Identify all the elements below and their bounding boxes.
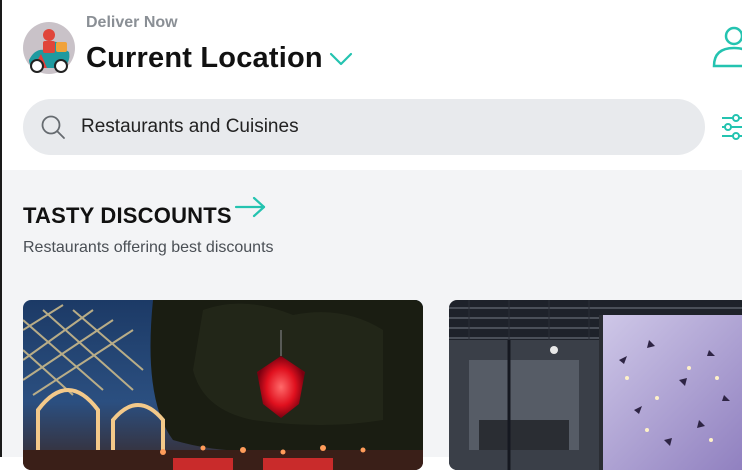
delivery-rider-logo[interactable] — [23, 22, 75, 74]
deliver-mode-label: Deliver Now — [86, 14, 178, 31]
restaurant-card[interactable] — [23, 300, 423, 470]
restaurant-image — [23, 300, 423, 470]
search-bar[interactable] — [23, 99, 705, 155]
chevron-down-icon[interactable] — [329, 50, 353, 68]
user-icon[interactable] — [710, 24, 742, 70]
search-input[interactable] — [79, 115, 643, 139]
restaurant-image — [449, 300, 742, 470]
arrow-right-icon[interactable] — [234, 195, 268, 219]
section-title[interactable]: TASTY DISCOUNTS — [23, 203, 232, 229]
location-selector[interactable]: Current Location — [86, 42, 353, 75]
app-header: Deliver Now Current Location — [2, 0, 742, 170]
location-title[interactable]: Current Location — [86, 42, 323, 75]
search-icon — [41, 115, 65, 139]
discounts-section: TASTY DISCOUNTS Restaurants offering bes… — [2, 170, 742, 470]
sliders-icon[interactable] — [720, 112, 742, 142]
section-header[interactable]: TASTY DISCOUNTS — [23, 196, 268, 229]
restaurant-card[interactable] — [449, 300, 742, 470]
section-subtitle: Restaurants offering best discounts — [23, 239, 274, 256]
